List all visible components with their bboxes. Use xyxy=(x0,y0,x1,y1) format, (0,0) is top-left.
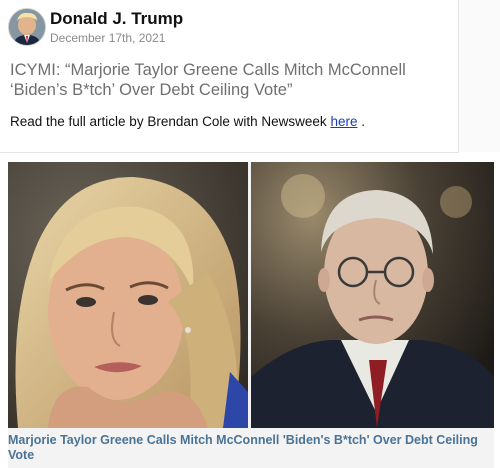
read-more-text: Read the full article by Brendan Cole wi… xyxy=(10,114,327,129)
read-more-suffix: . xyxy=(357,114,365,129)
read-more-line: Read the full article by Brendan Cole wi… xyxy=(10,114,365,129)
article-link[interactable]: here xyxy=(330,114,357,129)
post-date[interactable]: December 17th, 2021 xyxy=(50,31,165,45)
post-card: Donald J. Trump December 17th, 2021 ICYM… xyxy=(0,0,459,153)
side-panel xyxy=(459,0,500,152)
avatar[interactable] xyxy=(8,8,46,46)
link-preview[interactable]: Marjorie Taylor Greene Calls Mitch McCon… xyxy=(8,162,494,468)
preview-image-right[interactable] xyxy=(251,162,494,428)
author-name[interactable]: Donald J. Trump xyxy=(50,9,183,29)
woman-portrait-photo xyxy=(8,162,248,428)
man-portrait-photo xyxy=(251,162,494,428)
preview-title[interactable]: Marjorie Taylor Greene Calls Mitch McCon… xyxy=(8,433,494,463)
preview-image-left[interactable] xyxy=(8,162,248,428)
avatar-photo xyxy=(9,9,45,45)
post-headline: ICYMI: “Marjorie Taylor Greene Calls Mit… xyxy=(10,61,406,99)
